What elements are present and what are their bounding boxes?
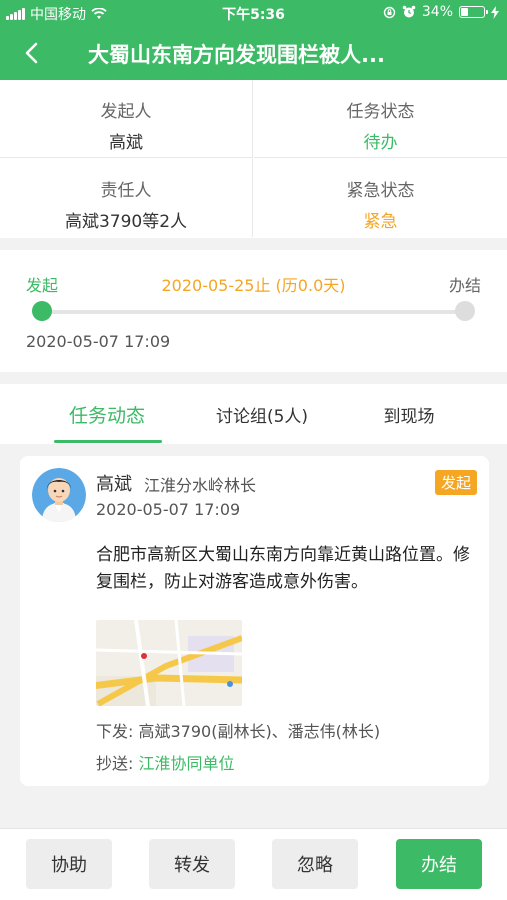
tab-on-site[interactable]: 到现场 xyxy=(350,384,468,444)
task-info-grid: 发起人 高斌 任务状态 待办 责任人 高斌3790等2人 紧急状态 紧急 xyxy=(0,80,507,238)
urgency-label: 紧急状态 xyxy=(346,181,415,201)
progress-track xyxy=(42,310,465,314)
author-name: 高斌 xyxy=(96,474,132,495)
forward-button[interactable]: 转发 xyxy=(149,839,235,889)
responsible-label: 责任人 xyxy=(100,181,152,201)
nav-bar: 大蜀山东南方向发现围栏被人... xyxy=(0,26,507,80)
page-title: 大蜀山东南方向发现围栏被人... xyxy=(88,43,385,67)
initiator-label: 发起人 xyxy=(100,102,152,122)
task-status-cell: 任务状态 待办 xyxy=(254,80,507,158)
battery-icon xyxy=(459,6,488,18)
responsible-value: 高斌3790等2人 xyxy=(64,212,188,232)
progress-start-time: 2020-05-07 17:09 xyxy=(26,332,171,351)
cc-line: 抄送: 江淮协同单位 xyxy=(96,750,235,774)
ignore-button[interactable]: 忽略 xyxy=(272,839,358,889)
bottom-toolbar: 协助 转发 忽略 办结 xyxy=(0,828,507,900)
responsible-cell: 责任人 高斌3790等2人 xyxy=(0,159,253,237)
tab-discussion-group[interactable]: 讨论组(5人) xyxy=(198,384,326,444)
location-map-thumbnail[interactable] xyxy=(96,620,242,706)
progress-end-dot xyxy=(455,301,475,321)
back-button[interactable] xyxy=(16,38,46,68)
initiator-value: 高斌 xyxy=(109,133,143,153)
cc-org-link[interactable]: 江淮协同单位 xyxy=(138,754,234,773)
avatar xyxy=(32,468,86,522)
task-status-label: 任务状态 xyxy=(346,102,415,122)
task-status-value: 待办 xyxy=(363,133,398,153)
progress-card: 发起 2020-05-25止 (历0.0天) 办结 2020-05-07 17:… xyxy=(0,250,507,372)
tab-task-activity[interactable]: 任务动态 xyxy=(48,384,166,444)
progress-end-label: 办结 xyxy=(448,276,481,295)
progress-deadline: 2020-05-25止 (历0.0天) xyxy=(161,276,346,295)
charging-icon xyxy=(491,5,499,19)
activity-card: 高斌 江淮分水岭林长 发起 2020-05-07 17:09 合肥市高新区大蜀山… xyxy=(20,456,489,786)
cc-label: 抄送: xyxy=(96,754,139,773)
post-content: 合肥市高新区大蜀山东南方向靠近黄山路位置。修复围栏，防止对游客造成意外伤害。 xyxy=(96,545,470,592)
battery-percent: 34% xyxy=(421,4,453,20)
urgency-value: 紧急 xyxy=(363,212,398,232)
complete-button[interactable]: 办结 xyxy=(396,839,482,889)
issued-to: 下发: 高斌3790(副林长)、潘志伟(林长) xyxy=(96,722,381,741)
alarm-icon xyxy=(402,5,416,18)
chevron-left-icon xyxy=(25,42,38,64)
author-role: 江淮分水岭林长 xyxy=(144,476,257,495)
status-bar: 中国移动 下午5:36 34% xyxy=(0,0,507,26)
tab-active-indicator xyxy=(54,440,162,443)
urgency-cell: 紧急状态 紧急 xyxy=(254,159,507,237)
initiator-cell: 发起人 高斌 xyxy=(0,80,253,158)
assist-button[interactable]: 协助 xyxy=(26,839,112,889)
tab-bar: 任务动态 讨论组(5人) 到现场 xyxy=(0,384,507,444)
progress-start-dot xyxy=(32,301,52,321)
rotation-lock-icon xyxy=(383,6,396,18)
status-badge: 发起 xyxy=(434,470,477,495)
post-time: 2020-05-07 17:09 xyxy=(96,500,241,519)
status-right: 34% xyxy=(383,4,499,20)
